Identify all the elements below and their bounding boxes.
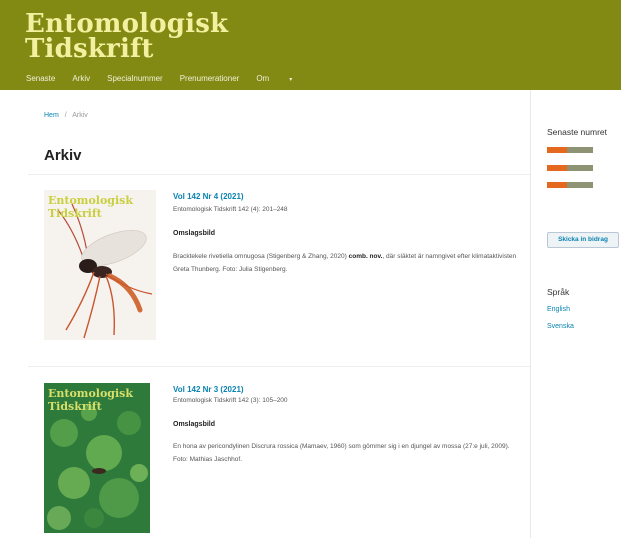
nav-item-prenumerationer[interactable]: Prenumerationer <box>180 74 240 83</box>
feed-badge-label <box>567 182 593 188</box>
breadcrumb-home-link[interactable]: Hem <box>44 112 59 119</box>
breadcrumb-current: Arkiv <box>72 112 88 119</box>
cover-title-line1: Entomologisk <box>48 194 133 207</box>
issue-item: Entomologisk Tidskrift Vol 142 Nr 3 (202… <box>28 383 530 533</box>
nav-item-senaste[interactable]: Senaste <box>26 74 55 83</box>
issue-series: Entomologisk Tidskrift 142 (3): 105–200 <box>173 397 288 404</box>
nav-item-arkiv[interactable]: Arkiv <box>72 74 90 83</box>
issue-description-text: Bracktekele rivetiella omnugosa (Stigenb… <box>173 253 349 260</box>
issue-title-link[interactable]: Vol 142 Nr 3 (2021) <box>173 385 244 394</box>
language-link-svenska[interactable]: Svenska <box>547 323 574 330</box>
cover-title-line2: Tidskrift <box>48 207 102 220</box>
feed-badge-rss2[interactable] <box>547 165 593 171</box>
issue-item: Entomologisk Tidskrift Vol 142 Nr 4 (202… <box>28 190 530 370</box>
divider <box>28 366 530 367</box>
latest-issue-heading: Senaste numret <box>547 127 608 137</box>
issue-description: En hona av pericondylinen Discrura rossi… <box>173 440 523 466</box>
cover-title-line1: Entomologisk <box>48 387 133 400</box>
issue-cover-label: Omslagsbild <box>173 421 216 428</box>
issue-description-text: En hona av pericondylinen Discrura rossi… <box>173 443 510 463</box>
site-header: Entomologisk Tidskrift Senaste Arkiv Spe… <box>0 0 621 90</box>
issue-series: Entomologisk Tidskrift 142 (4): 201–248 <box>173 206 288 213</box>
issue-description-bold: comb. nov. <box>348 253 383 260</box>
issue-title-link[interactable]: Vol 142 Nr 4 (2021) <box>173 192 244 201</box>
page-title: Arkiv <box>44 147 82 164</box>
feed-badge-rss1[interactable] <box>547 182 593 188</box>
site-title[interactable]: Entomologisk Tidskrift <box>25 11 228 64</box>
feed-badge-atom[interactable] <box>547 147 593 153</box>
nav-item-specialnummer[interactable]: Specialnummer <box>107 74 163 83</box>
feed-icon <box>547 147 567 153</box>
submit-button[interactable]: Skicka in bidrag <box>547 232 619 248</box>
issue-cover-image[interactable]: Entomologisk Tidskrift <box>44 190 156 340</box>
breadcrumb-separator: / <box>64 112 67 119</box>
feed-badge-label <box>567 147 593 153</box>
sidebar: Senaste numret Skicka in bidrag Språk En… <box>535 90 621 538</box>
issue-cover-image[interactable]: Entomologisk Tidskrift <box>44 383 150 533</box>
issue-cover-label: Omslagsbild <box>173 230 216 237</box>
nav-item-om-label: Om <box>256 74 270 83</box>
site-title-line2: Tidskrift <box>25 34 154 64</box>
cover-title: Entomologisk Tidskrift <box>48 194 133 220</box>
main-nav: Senaste Arkiv Specialnummer Prenumeratio… <box>26 74 326 83</box>
breadcrumb: Hem / Arkiv <box>44 112 88 119</box>
language-heading: Språk <box>547 287 570 297</box>
divider <box>28 174 530 175</box>
cover-title-line2: Tidskrift <box>48 400 102 413</box>
main-content: Hem / Arkiv Arkiv Entomologisk Tidskrift… <box>28 90 531 538</box>
issue-description: Bracktekele rivetiella omnugosa (Stigenb… <box>173 250 523 276</box>
page: Entomologisk Tidskrift Senaste Arkiv Spe… <box>0 0 621 538</box>
cover-title: Entomologisk Tidskrift <box>48 387 133 413</box>
feed-icon <box>547 165 567 171</box>
feed-icon <box>547 182 567 188</box>
feed-badge-label <box>567 165 593 171</box>
language-link-english[interactable]: English <box>547 306 570 313</box>
nav-item-om[interactable]: Om ▾ <box>256 74 309 83</box>
chevron-down-icon: ▾ <box>289 77 293 83</box>
